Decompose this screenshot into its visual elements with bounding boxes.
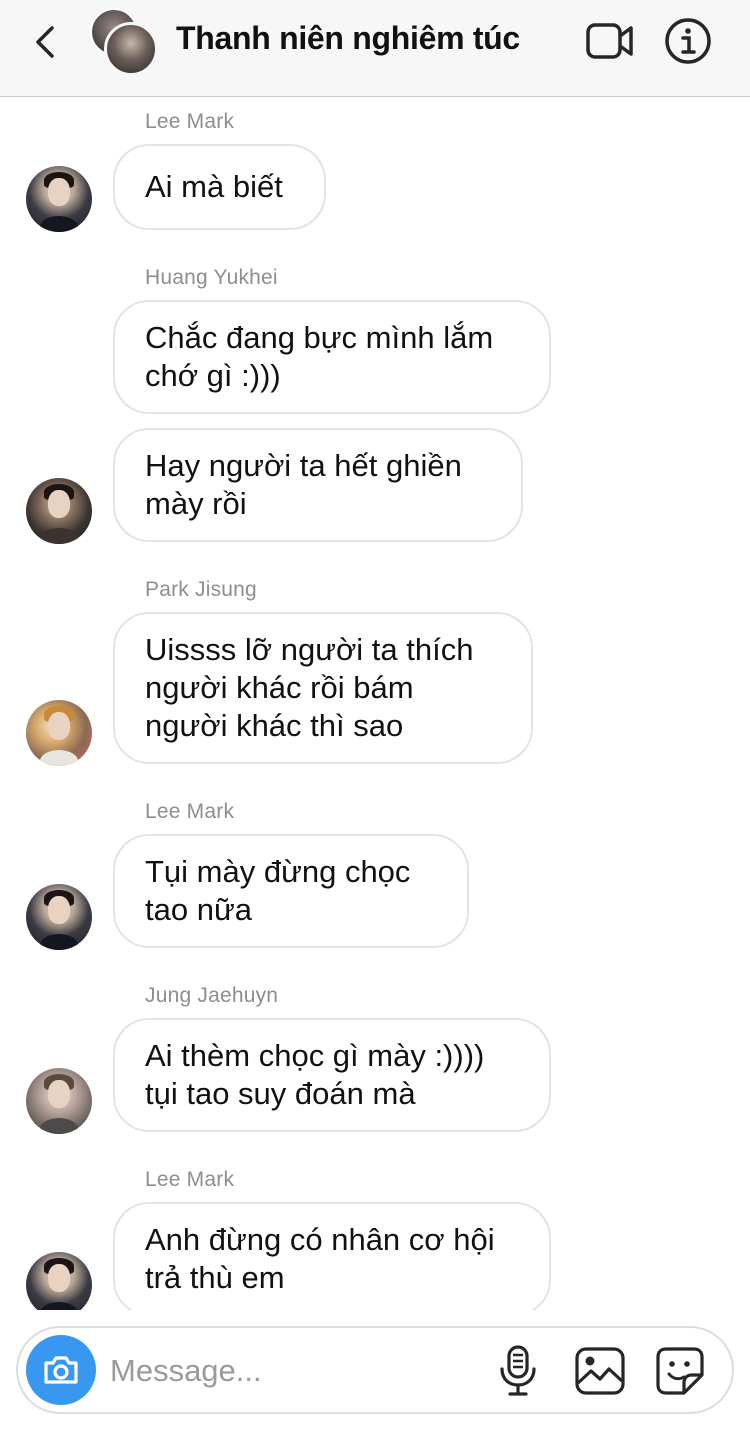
message-bubble[interactable]: Uissss lỡ người ta thích người khác rồi … — [113, 612, 533, 764]
avatar-huang-yukhei[interactable] — [26, 478, 92, 544]
gallery-button[interactable] — [574, 1345, 626, 1397]
message-composer — [16, 1326, 734, 1414]
sender-name: Park Jisung — [145, 578, 257, 601]
message-bubble[interactable]: Ai mà biết — [113, 144, 326, 230]
message-bubble[interactable]: Anh đừng có nhân cơ hội trả thù em — [113, 1202, 551, 1310]
chevron-left-icon — [36, 26, 54, 58]
avatar-park-jisung[interactable] — [26, 700, 92, 766]
sender-name: Lee Mark — [145, 1168, 235, 1191]
chat-header: Thanh niên nghiêm túc — [0, 0, 750, 97]
group-avatar[interactable] — [90, 8, 160, 76]
sender-name: Jung Jaehuyn — [145, 984, 279, 1007]
message-bubble[interactable]: Chắc đang bực mình lắm chớ gì :))) — [113, 300, 551, 414]
conversation-title[interactable]: Thanh niên nghiêm túc — [176, 20, 566, 57]
video-call-button[interactable] — [585, 20, 635, 62]
group-avatar-member-2 — [104, 22, 158, 76]
back-button[interactable] — [28, 22, 62, 62]
message-bubble[interactable]: Ai thèm chọc gì mày :)))) tụi tao suy đo… — [113, 1018, 551, 1132]
avatar-lee-mark[interactable] — [26, 1252, 92, 1310]
message-bubble[interactable]: Hay người ta hết ghiền mày rồi — [113, 428, 523, 542]
avatar-lee-mark[interactable] — [26, 884, 92, 950]
message-list[interactable]: Lee Mark Ai mà biết Huang Yukhei Chắc đa… — [0, 98, 750, 1310]
avatar-jung-jaehuyn[interactable] — [26, 1068, 92, 1134]
camera-button[interactable] — [26, 1335, 96, 1405]
video-camera-icon — [586, 23, 633, 59]
microphone-button[interactable] — [496, 1344, 540, 1398]
info-button[interactable] — [664, 17, 712, 65]
microphone-icon — [500, 1345, 536, 1396]
sender-name: Lee Mark — [145, 110, 235, 133]
sender-name: Huang Yukhei — [145, 266, 278, 289]
sticker-icon — [656, 1347, 704, 1395]
camera-icon — [44, 1356, 78, 1384]
info-icon — [665, 18, 711, 64]
message-bubble[interactable]: Tụi mày đừng chọc tao nữa — [113, 834, 469, 948]
sticker-button[interactable] — [654, 1345, 706, 1397]
sender-name: Lee Mark — [145, 800, 235, 823]
message-input[interactable] — [110, 1346, 480, 1396]
image-icon — [575, 1347, 625, 1395]
avatar-lee-mark[interactable] — [26, 166, 92, 232]
